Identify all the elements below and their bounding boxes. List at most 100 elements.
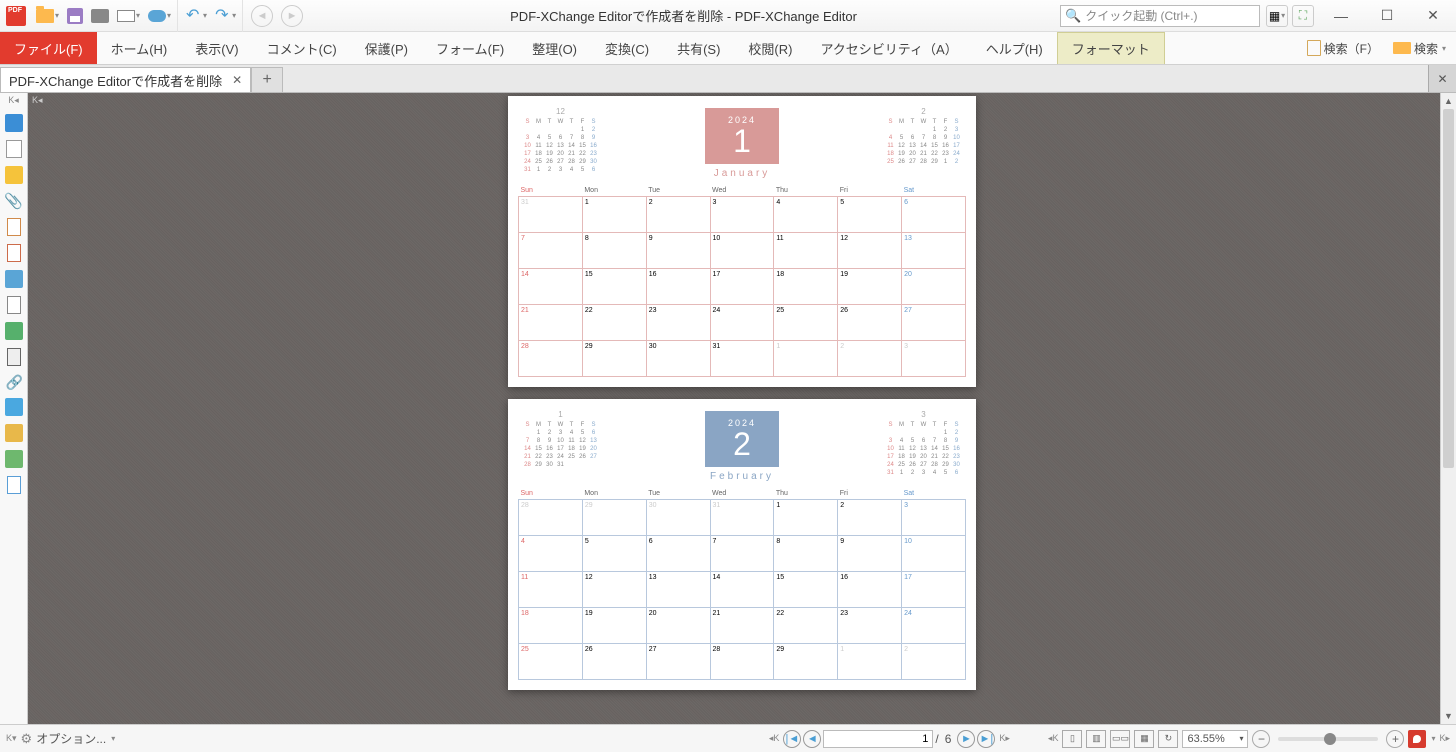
scroll-down-button[interactable]: ▼: [1441, 708, 1456, 724]
arrow-right-icon: ►: [281, 5, 303, 27]
pdf-page-2[interactable]: 1 SMTWTFS1234567891011121314151617181920…: [508, 399, 976, 690]
statusbar-handle-left[interactable]: K▾: [6, 733, 17, 744]
vertical-scrollbar[interactable]: ▲ ▼: [1440, 93, 1456, 724]
content-pane-button[interactable]: [7, 296, 21, 314]
cloud-icon: [148, 10, 166, 22]
prev-page-button[interactable]: ◄: [803, 730, 821, 748]
close-all-tabs-button[interactable]: ✕: [1428, 65, 1456, 92]
quick-launch-input[interactable]: 🔍クイック起動 (Ctrl+.): [1060, 5, 1260, 27]
attachments-pane-button[interactable]: 📎: [4, 192, 23, 210]
page-total: 6: [941, 732, 956, 746]
first-page-button[interactable]: |◄: [783, 730, 801, 748]
tab-file[interactable]: ファイル(F): [0, 32, 97, 64]
javascript-pane-button[interactable]: [7, 244, 21, 262]
page-container: 12 SMTWTFS123456789101112131415161718192…: [508, 96, 976, 690]
layout-continuous-button[interactable]: ▥: [1086, 730, 1106, 748]
document-tab[interactable]: PDF-XChange Editorで作成者を削除 ✕: [0, 67, 251, 92]
pdf-badge-icon[interactable]: [1408, 730, 1426, 748]
fields-pane-button[interactable]: [7, 218, 21, 236]
redo-button[interactable]: ↷▾: [211, 0, 243, 32]
scroll-up-button[interactable]: ▲: [1441, 93, 1456, 109]
pagenav-handle-r[interactable]: K▸: [999, 733, 1010, 744]
folder-icon: [36, 9, 54, 23]
3d-pane-button[interactable]: [7, 348, 21, 366]
scroll-thumb[interactable]: [1443, 109, 1454, 468]
maximize-button[interactable]: ☐: [1364, 0, 1410, 32]
ui-options-button[interactable]: ▦▾: [1266, 5, 1288, 27]
page-navigation: |◄ ◄ / 6 ► ►|: [783, 730, 995, 748]
tab-home[interactable]: ホーム(H): [97, 32, 182, 64]
layout-single-button[interactable]: ▯: [1062, 730, 1082, 748]
new-tab-button[interactable]: +: [251, 67, 283, 92]
tab-form[interactable]: フォーム(F): [422, 32, 518, 64]
zoom-input[interactable]: 63.55%▾: [1182, 730, 1248, 748]
zoom-slider-knob[interactable]: [1324, 733, 1336, 745]
search-button[interactable]: 検索▾: [1389, 40, 1450, 57]
next-page-button[interactable]: ►: [957, 730, 975, 748]
layout-facing-cont-button[interactable]: ▦: [1134, 730, 1154, 748]
tab-comment[interactable]: コメント(C): [253, 32, 351, 64]
quick-launch-placeholder: クイック起動 (Ctrl+.): [1085, 7, 1197, 24]
comments-pane-button[interactable]: [5, 166, 23, 184]
plus-icon: +: [263, 71, 272, 89]
tab-close-button[interactable]: ✕: [232, 73, 242, 87]
nav-forward-button[interactable]: ►: [277, 0, 307, 32]
zoom-out-button[interactable]: −: [1252, 730, 1270, 748]
destinations-pane-button[interactable]: [5, 322, 23, 340]
tab-help[interactable]: ヘルプ(H): [972, 32, 1057, 64]
close-button[interactable]: ✕: [1410, 0, 1456, 32]
save-button[interactable]: [63, 0, 87, 32]
signatures-pane-button[interactable]: [7, 476, 21, 494]
tab-convert[interactable]: 変換(C): [591, 32, 663, 64]
cloud-button[interactable]: ▾: [144, 0, 178, 32]
accessibility-pane-button[interactable]: [5, 450, 23, 468]
pagenav-handle[interactable]: ◂K: [769, 733, 780, 744]
bookmarks-pane-button[interactable]: [5, 114, 23, 132]
links-pane-button[interactable]: 🔗: [6, 374, 22, 390]
tab-protect[interactable]: 保護(P): [351, 32, 422, 64]
month-header: 20242 February: [705, 411, 779, 482]
zoom-slider[interactable]: [1278, 737, 1378, 741]
sidebar-collapse-handle[interactable]: K◂: [8, 95, 19, 106]
mini-cal-next: 2 SMTWTFS1234567891011121314151617181920…: [885, 108, 962, 179]
statusbar-handle-right[interactable]: K▸: [1439, 733, 1450, 744]
last-page-button[interactable]: ►|: [977, 730, 995, 748]
tab-format[interactable]: フォーマット: [1057, 32, 1165, 64]
document-viewer[interactable]: K◂ ▸K ▲ ▼ 12 SMTWTFS12345678910111213141…: [28, 93, 1456, 724]
mini-cal-next: 3 SMTWTFS1234567891011121314151617181920…: [885, 411, 962, 482]
mini-cal-prev: 1 SMTWTFS1234567891011121314151617181920…: [522, 411, 599, 482]
rotate-button[interactable]: ↻: [1158, 730, 1178, 748]
sidebar: K◂ 📎 🔗: [0, 93, 28, 724]
gear-grid-icon: ▦: [1269, 9, 1280, 23]
gear-icon: ⚙: [21, 731, 33, 747]
document-tab-title: PDF-XChange Editorで作成者を削除: [9, 71, 222, 90]
scroll-track[interactable]: [1441, 109, 1456, 708]
tab-organize[interactable]: 整理(O): [518, 32, 591, 64]
zoom-in-button[interactable]: +: [1386, 730, 1404, 748]
layout-handle[interactable]: ◂K: [1048, 733, 1059, 744]
print-button[interactable]: [87, 0, 113, 32]
fullscreen-button[interactable]: ⛶: [1292, 5, 1314, 27]
tab-accessibility[interactable]: アクセシビリティ（A）: [806, 32, 971, 64]
thumbnails-pane-button[interactable]: [6, 140, 22, 158]
email-button[interactable]: ▾: [113, 0, 144, 32]
find-button[interactable]: 検索（F）: [1303, 40, 1383, 57]
minimize-button[interactable]: —: [1318, 0, 1364, 32]
layers-pane-button[interactable]: [5, 270, 23, 288]
page-number-input[interactable]: [823, 730, 933, 748]
order-pane-button[interactable]: [5, 424, 23, 442]
nav-back-button[interactable]: ◄: [247, 0, 277, 32]
save-icon: [67, 8, 83, 24]
tags-pane-button[interactable]: [5, 398, 23, 416]
tab-review[interactable]: 校閲(R): [734, 32, 806, 64]
options-button[interactable]: ⚙ オプション... ▾: [21, 730, 116, 747]
left-pane-handle[interactable]: K◂: [32, 95, 43, 106]
open-button[interactable]: ▾: [32, 0, 63, 32]
layout-facing-button[interactable]: ▭▭: [1110, 730, 1130, 748]
tab-share[interactable]: 共有(S): [663, 32, 734, 64]
undo-button[interactable]: ↶▾: [182, 0, 211, 32]
folder-search-icon: [1393, 42, 1411, 54]
tab-view[interactable]: 表示(V): [181, 32, 252, 64]
pdf-page-1[interactable]: 12 SMTWTFS123456789101112131415161718192…: [508, 96, 976, 387]
calendar-grid-jan: SunMonTueWedThuFriSat3112345678910111213…: [518, 187, 966, 377]
